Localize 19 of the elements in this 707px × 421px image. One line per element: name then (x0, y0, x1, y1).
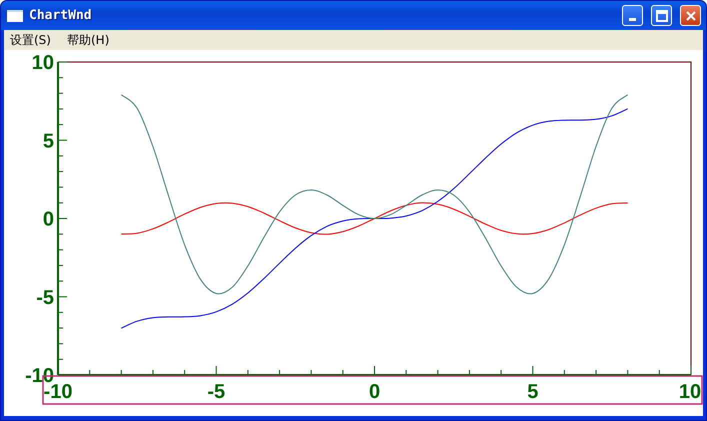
x-tick-label: -5 (207, 381, 226, 403)
close-icon (684, 10, 696, 22)
x-tick-label: 5 (527, 381, 538, 403)
y-tick-label: 5 (42, 130, 54, 152)
window-icon (7, 10, 23, 22)
close-button[interactable] (680, 5, 701, 26)
menu-item[interactable]: 帮助(H) (66, 32, 110, 48)
window-title: ChartWnd (29, 8, 93, 23)
y-tick-label: 0 (42, 208, 54, 230)
x-tick-label: -10 (44, 381, 72, 403)
y-tick-label: -5 (36, 286, 54, 309)
x-tick-label: 10 (678, 381, 702, 403)
maximize-button[interactable] (651, 5, 672, 26)
x-tick-label: 0 (368, 381, 380, 403)
minimize-button[interactable] (622, 5, 643, 26)
y-tick-label: 10 (32, 52, 54, 74)
maximize-icon (656, 10, 668, 22)
menu-item[interactable]: 设置(S) (10, 32, 51, 48)
minimize-icon (629, 18, 636, 21)
